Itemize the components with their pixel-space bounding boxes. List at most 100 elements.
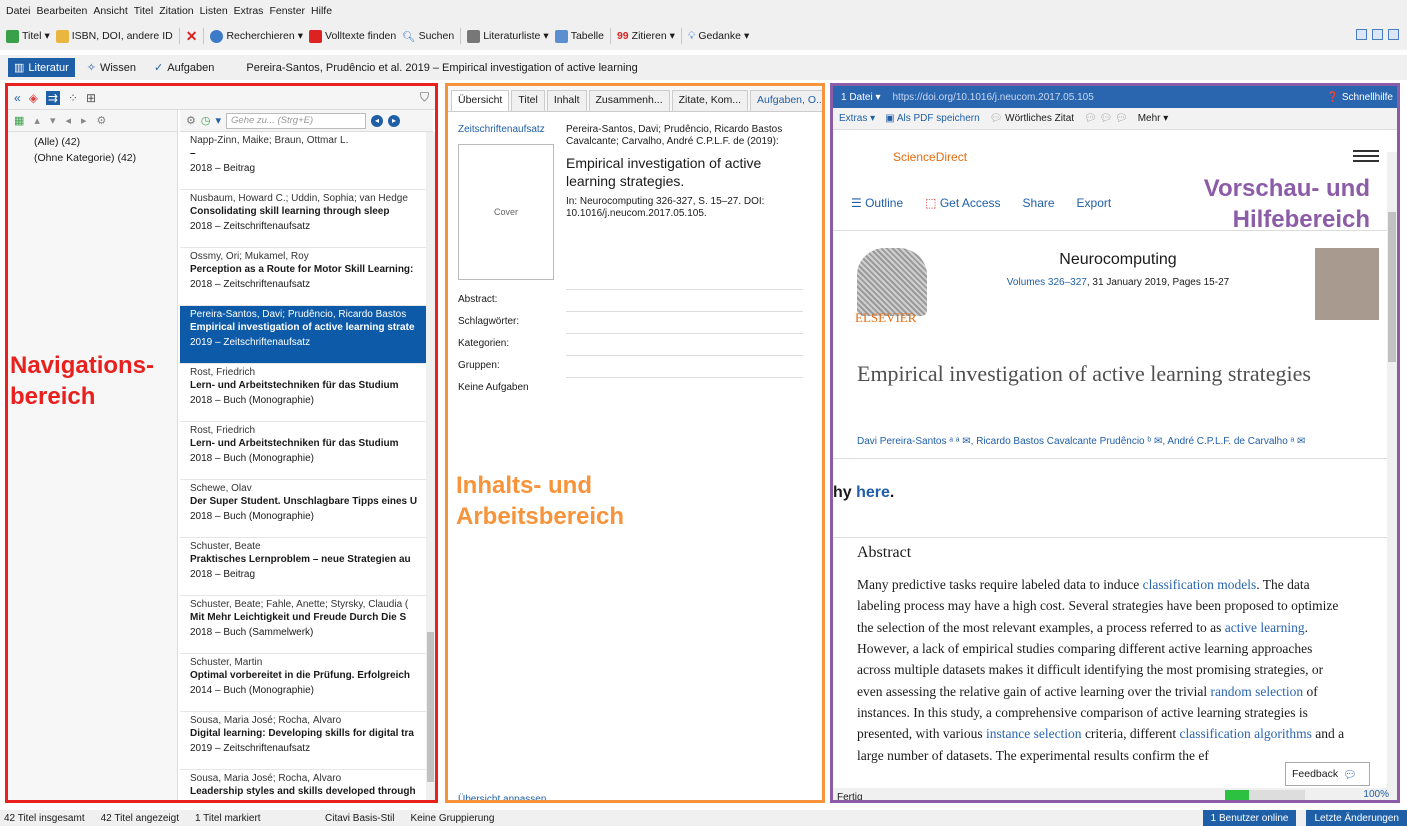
tab-context[interactable]: Zusammenh... [588,90,670,111]
tab-content[interactable]: Inhalt [546,90,587,111]
list-item[interactable]: Schuster, Martin Optimal vorbereitet in d… [180,654,433,712]
cover-placeholder[interactable]: Cover [458,144,554,280]
category-uncategorized[interactable]: (Ohne Kategorie) (42) [8,148,177,164]
preview-scrollbar[interactable] [1387,152,1397,788]
move-right-icon[interactable]: ▸ [81,114,87,127]
goto-input[interactable]: Gehe zu... (Strg+E) [226,112,367,129]
abstract-link[interactable]: random selection [1211,684,1304,699]
list-item[interactable]: Napp-Zinn, Maike; Braun, Ottmar L. – 2018 … [180,132,433,190]
category-icon[interactable]: ◈ [29,91,38,105]
isbn-button[interactable]: ISBN, DOI, andere ID [55,29,173,43]
menu-zitation[interactable]: Zitation [159,5,193,17]
quick-help-button[interactable]: ❓ Schnellhilfe [1327,92,1393,103]
title-button[interactable]: Titel ▾ [6,29,50,43]
thought-button[interactable]: 💡︎ Gedanke ▾ [688,30,749,43]
field-tasks[interactable]: Keine Aufgaben [458,376,803,398]
tab-title[interactable]: Titel [511,90,545,111]
next-icon[interactable]: ▸ [388,114,401,127]
tab-literature[interactable]: ▥ Literatur [8,58,75,77]
menu-hilfe[interactable]: Hilfe [311,5,332,17]
menu-datei[interactable]: Datei [6,5,31,17]
list-item[interactable]: Pereira-Santos, Davi; Prudêncio, Ricardo… [180,306,433,364]
list-item[interactable]: Ossmy, Ori; Mukamel, Roy Perception as a … [180,248,433,306]
delete-button[interactable]: ✕ [186,28,198,45]
menu-ansicht[interactable]: Ansicht [93,5,127,17]
document-type[interactable]: Zeitschriftenaufsatz [458,124,545,135]
filter-icon[interactable]: ⛉ [420,90,429,105]
quote-button[interactable]: 💬︎ Wörtliches Zitat [990,113,1074,124]
feedback-button[interactable]: Feedback 💬︎ [1285,762,1370,786]
list-item[interactable]: Schuster, Beate Praktisches Lernproblem –… [180,538,433,596]
online-users-button[interactable]: 1 Benutzer online [1202,810,1297,826]
abstract-link[interactable]: instance selection [986,726,1082,741]
tab-overview[interactable]: Übersicht [451,90,510,111]
field-categories[interactable]: Kategorien: [458,332,803,354]
collapse-icon[interactable]: « [14,91,21,105]
layout-one-icon[interactable] [1356,29,1367,40]
recent-changes-button[interactable]: Letzte Änderungen [1306,810,1407,826]
grid-view-icon[interactable]: ⁘ [68,91,78,105]
speech-icons[interactable]: 💬︎ 💬︎ 💬︎ [1084,113,1128,124]
prev-icon[interactable]: ◂ [371,114,384,127]
article-authors[interactable]: Davi Pereira-Santos ᵃ ᵃ ✉, Ricardo Basto… [857,436,1305,447]
abstract-link[interactable]: classification algorithms [1180,726,1312,741]
outline-link[interactable]: ☰ Outline [851,196,903,210]
list-item[interactable]: Sousa, Maria José; Rocha, Álvaro Digital … [180,712,433,770]
more-menu[interactable]: Mehr ▾ [1138,113,1169,124]
tab-quotes[interactable]: Zitate, Kom... [671,90,749,111]
scrollbar-thumb[interactable] [427,632,434,782]
layout-two-icon[interactable] [1372,29,1383,40]
status-style[interactable]: Citavi Basis-Stil [325,813,400,824]
share-link[interactable]: Share [1023,196,1055,210]
save-pdf-button[interactable]: ▣ Als PDF speichern [885,113,980,124]
extras-menu[interactable]: Extras ▾ [839,113,875,124]
sort-icon[interactable]: ◷ [201,114,211,127]
fulltext-button[interactable]: Volltexte finden [309,29,396,43]
menu-extras[interactable]: Extras [234,5,264,17]
category-all[interactable]: (Alle) (42) [8,132,177,148]
file-selector[interactable]: 1 Datei ▾ [841,92,881,103]
list-item[interactable]: Rost, Friedrich Lern- und Arbeitstechnike… [180,364,433,422]
abstract-link[interactable]: active learning [1225,620,1305,635]
settings-icon[interactable]: ⚙ [186,114,196,127]
search-button[interactable]: 🔍︎ Suchen [402,30,454,43]
abstract-link[interactable]: classification models [1143,577,1257,592]
menu-fenster[interactable]: Fenster [269,5,305,17]
layout-three-icon[interactable] [1388,29,1399,40]
get-access-link[interactable]: ⬚ Get Access [925,196,1000,210]
move-left-icon[interactable]: ◂ [65,114,71,127]
settings-icon[interactable]: ⚙ [97,114,107,127]
move-up-icon[interactable]: ▴ [34,114,40,127]
field-groups[interactable]: Gruppen: [458,354,803,376]
menu-icon[interactable] [1353,150,1379,162]
list-item[interactable]: Rost, Friedrich Lern- und Arbeitstechnike… [180,422,433,480]
field-keywords[interactable]: Schlagwörter: [458,310,803,332]
export-link[interactable]: Export [1077,196,1112,210]
journal-cover[interactable] [1315,248,1379,320]
menu-listen[interactable]: Listen [200,5,228,17]
tab-knowledge[interactable]: ✧ Wissen [81,58,142,77]
status-grouping[interactable]: Keine Gruppierung [410,813,500,824]
list-view-icon[interactable]: ⇉ [45,90,60,105]
tab-tasks[interactable]: ✓ Aufgaben [148,58,220,77]
export-icon[interactable]: ⊞ [86,91,96,105]
menu-bearbeiten[interactable]: Bearbeiten [37,5,88,17]
cite-button[interactable]: 99 Zitieren ▾ [617,30,675,42]
scrollbar-thumb[interactable] [1388,212,1396,362]
move-down-icon[interactable]: ▾ [50,114,56,127]
list-scrollbar[interactable] [426,132,435,800]
zoom-level[interactable]: 100% [1363,789,1389,800]
list-item[interactable]: Schewe, Olav Der Super Student. Unschlagb… [180,480,433,538]
sciencedirect-logo[interactable]: ScienceDirect [893,150,967,164]
list-item[interactable]: Nusbaum, Howard C.; Uddin, Sophia; van H… [180,190,433,248]
tab-tasks[interactable]: Aufgaben, O... [750,90,822,111]
list-item[interactable]: Sousa, Maria José; Rocha, Álvaro Leadersh… [180,770,433,800]
dropdown-icon[interactable]: ▾ [215,114,221,127]
research-button[interactable]: Recherchieren ▾ [210,29,303,43]
list-item[interactable]: Schuster, Beate; Fahle, Anette; Styrsky,… [180,596,433,654]
new-category-icon[interactable]: ▦ [14,114,24,127]
customize-overview-link[interactable]: Übersicht anpassen... [458,794,555,800]
menu-titel[interactable]: Titel [134,5,153,17]
table-button[interactable]: Tabelle [554,29,604,43]
field-abstract[interactable]: Abstract: [458,288,803,310]
